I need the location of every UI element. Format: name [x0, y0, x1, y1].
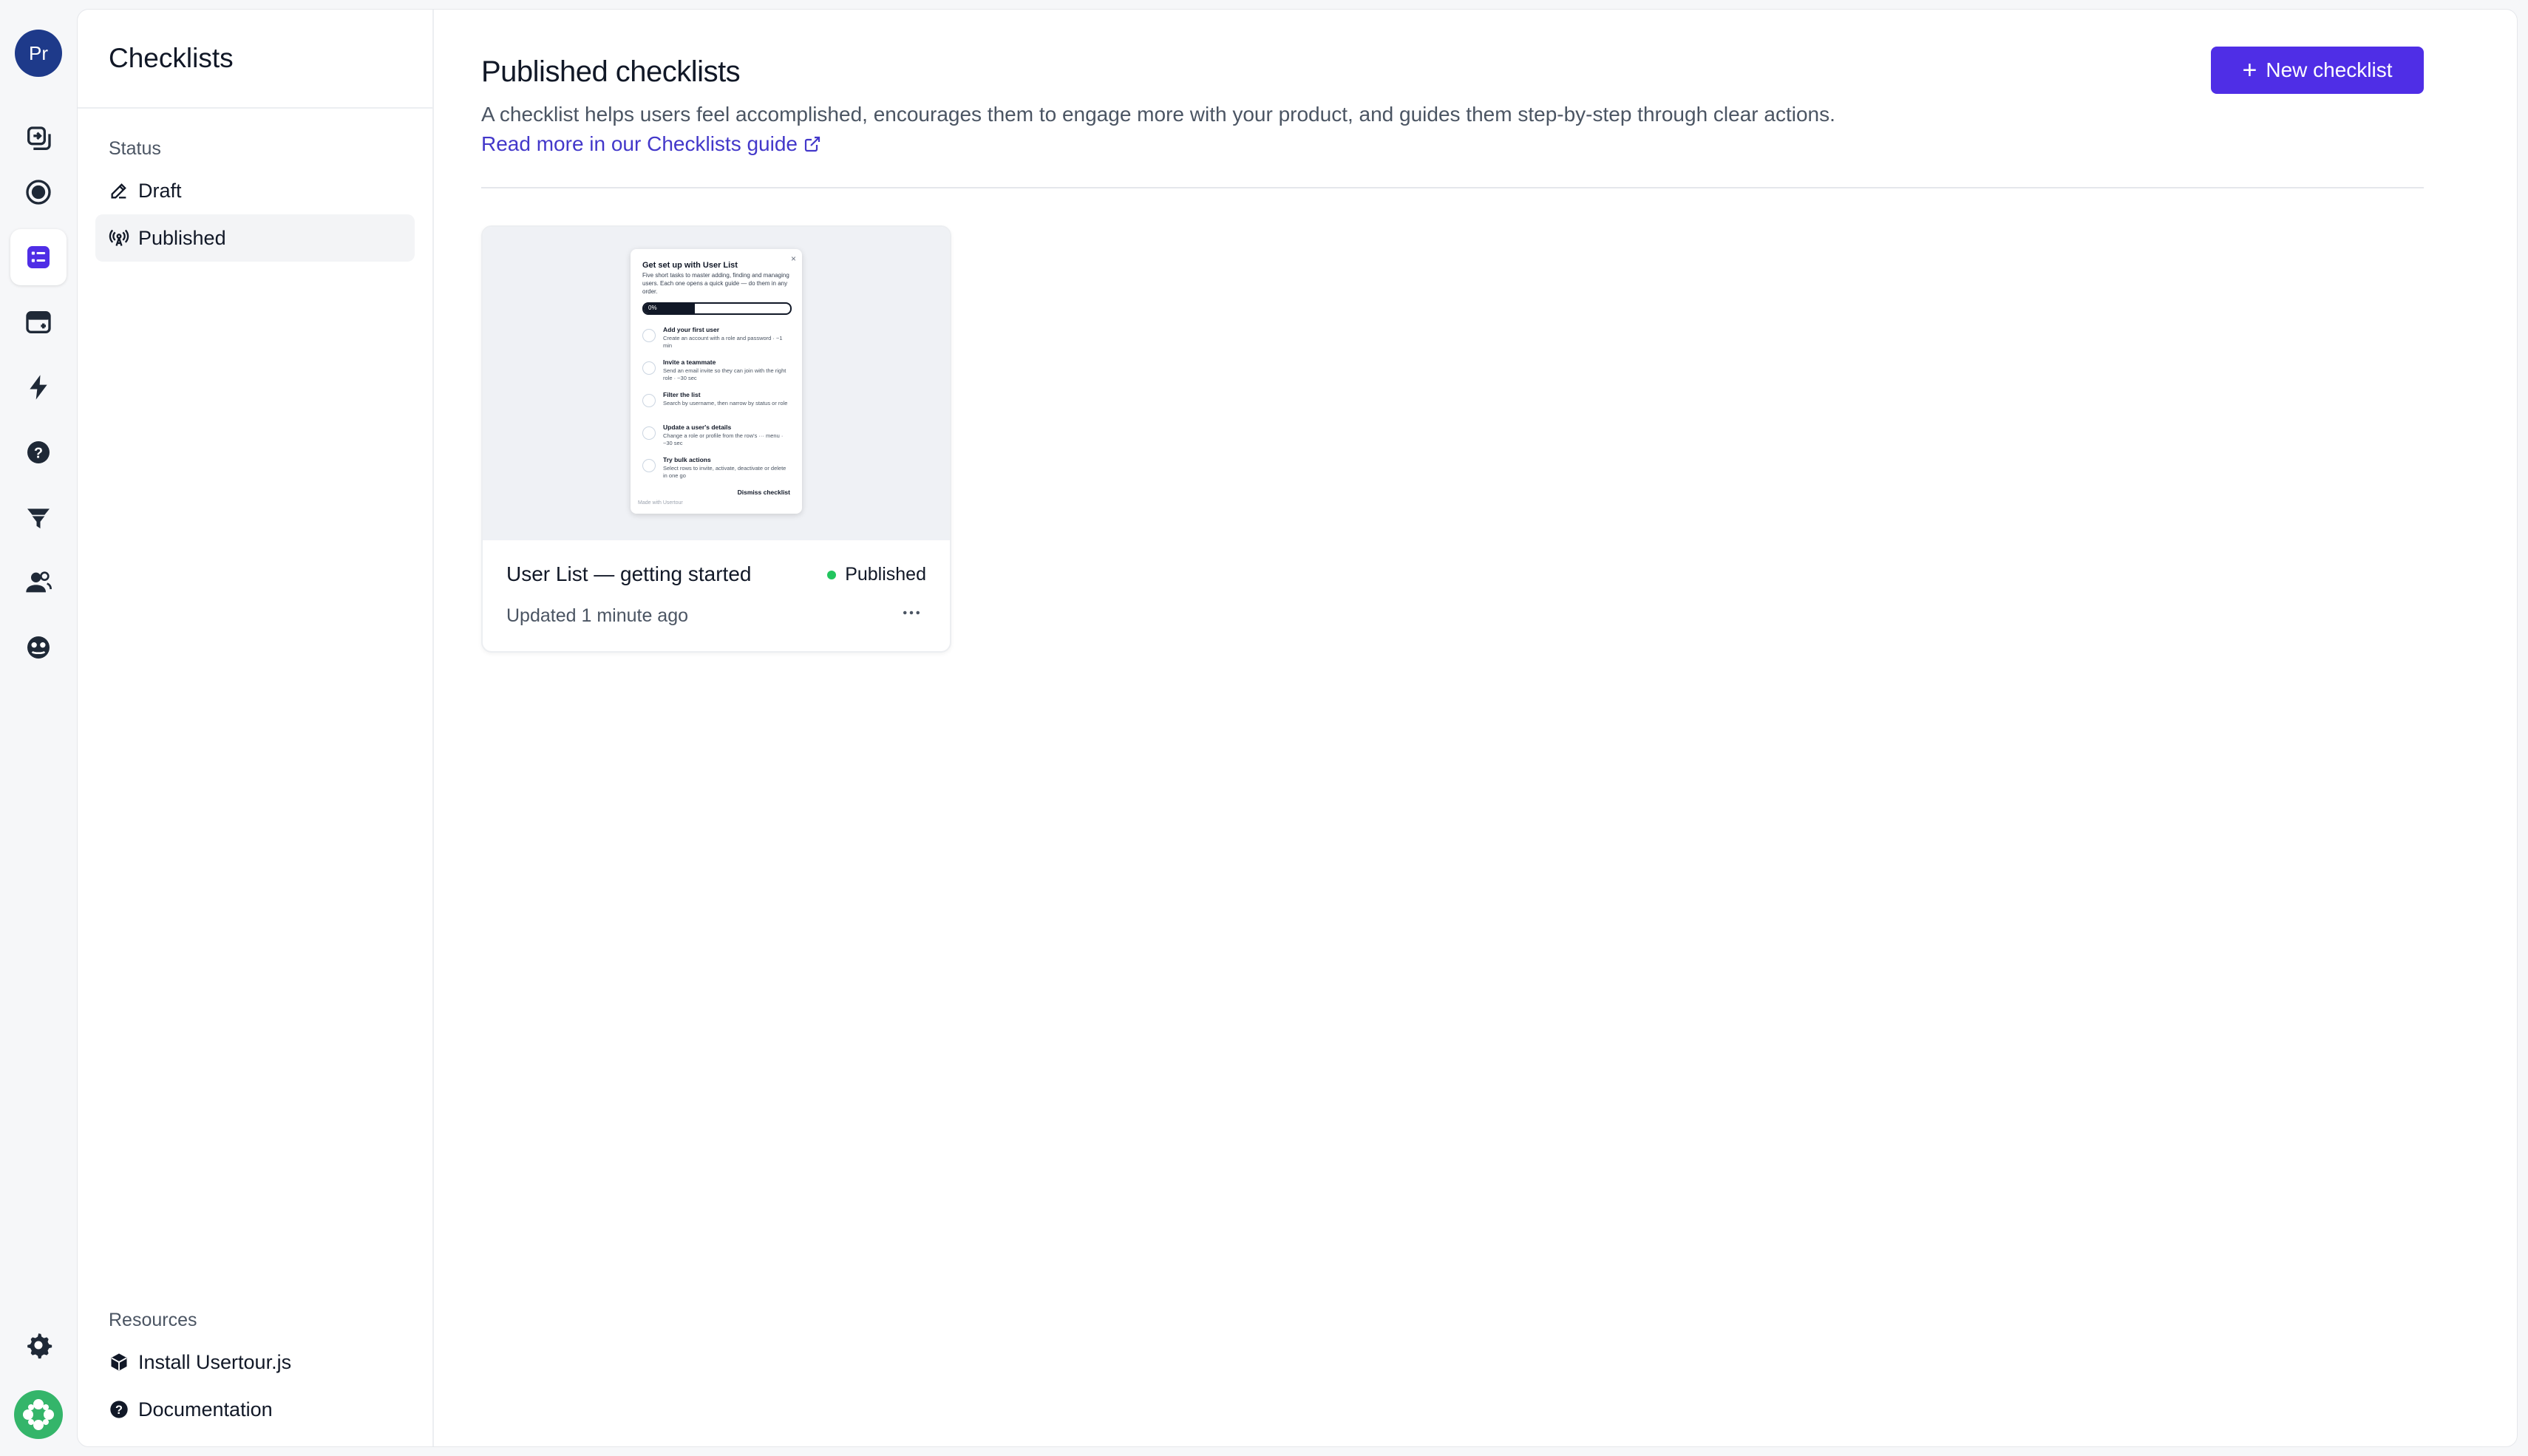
preview-close-icon: ×: [790, 254, 796, 264]
sidebar-item-draft[interactable]: Draft: [95, 167, 415, 214]
checklists-icon[interactable]: [10, 229, 67, 285]
updated-timestamp: Updated 1 minute ago: [506, 605, 689, 626]
task-title: Add your first user: [663, 326, 720, 333]
task-title: Filter the list: [663, 391, 701, 398]
gear-icon[interactable]: [10, 1317, 67, 1373]
resource-label: Install Usertour.js: [138, 1350, 292, 1373]
launchers-icon[interactable]: [10, 164, 67, 220]
published-dot-icon: [827, 570, 837, 579]
status-group-label: Status: [109, 138, 161, 159]
sidebar-item-label: Published: [138, 226, 226, 249]
checklist-card[interactable]: Get set up with User List × Five short t…: [481, 225, 951, 653]
task-circle-icon: [642, 426, 656, 440]
page-description: A checklist helps users feel accomplishe…: [481, 103, 1835, 126]
broadcast-icon: [109, 229, 129, 246]
project-avatar[interactable]: Pr: [15, 30, 62, 77]
segments-icon[interactable]: [10, 489, 67, 545]
users-icon[interactable]: [10, 554, 67, 610]
new-checklist-button[interactable]: + New checklist: [2211, 47, 2424, 94]
guide-link-label: Read more in our Checklists guide: [481, 132, 798, 155]
usertour-logo-icon[interactable]: [13, 1389, 64, 1440]
sidebar-item-published[interactable]: Published: [95, 214, 415, 262]
checklists-guide-link[interactable]: Read more in our Checklists guide: [481, 132, 821, 156]
events-icon[interactable]: [10, 359, 67, 415]
sidebar-item-label: Draft: [138, 179, 182, 202]
task-desc: Create an account with a role and passwo…: [663, 335, 783, 349]
install-usertour-link[interactable]: Install Usertour.js: [95, 1338, 415, 1386]
new-checklist-label: New checklist: [2266, 58, 2393, 81]
sidebar-title: Checklists: [78, 10, 432, 109]
external-link-icon: [804, 136, 820, 152]
preview-progress-bar: 0%: [642, 302, 792, 315]
checklists-sidebar: Checklists Status Draft Published Resour…: [78, 10, 434, 1446]
svg-text:?: ?: [34, 446, 43, 462]
preview-footer: Made with Usertour: [638, 500, 683, 506]
companies-icon[interactable]: [10, 619, 67, 676]
checklist-name: User List — getting started: [506, 562, 752, 585]
task-circle-icon: [642, 329, 656, 342]
pencil-icon: [111, 183, 126, 199]
flows-icon[interactable]: [10, 111, 67, 167]
task-desc: Search by username, then narrow by statu…: [663, 400, 788, 406]
svg-text:?: ?: [115, 1404, 123, 1417]
task-title: Invite a teammate: [663, 358, 716, 366]
preview-dismiss: Dismiss checklist: [737, 489, 790, 496]
task-desc: Select rows to invite, activate, deactiv…: [663, 465, 786, 479]
task-desc: Send an email invite so they can join wi…: [663, 367, 786, 381]
question-circle-icon: ?: [110, 1401, 128, 1418]
task-circle-icon: [642, 459, 656, 472]
resources-section: Resources Install Usertour.js ? Document…: [78, 1310, 432, 1433]
resource-label: Documentation: [138, 1398, 273, 1421]
task-title: Try bulk actions: [663, 456, 711, 463]
box-icon: [111, 1353, 127, 1371]
preview-widget: Get set up with User List × Five short t…: [631, 249, 802, 514]
header-divider: [481, 187, 2424, 188]
main-panel: Checklists Status Draft Published Resour…: [77, 9, 2518, 1447]
status-label: Published: [845, 564, 926, 585]
more-options-icon[interactable]: [895, 596, 928, 629]
task-circle-icon: [642, 361, 656, 375]
plus-icon: +: [2242, 56, 2257, 84]
task-desc: Change a role or profile from the row's …: [663, 432, 784, 446]
status-badge: Published: [827, 564, 926, 585]
preview-progress-label: 0%: [648, 305, 657, 311]
resources-group-label: Resources: [109, 1310, 197, 1330]
help-icon[interactable]: ?: [10, 424, 67, 480]
preview-subtitle: Five short tasks to master adding, findi…: [642, 272, 789, 295]
checklist-preview: Get set up with User List × Five short t…: [483, 227, 950, 540]
task-title: Update a user's details: [663, 423, 732, 431]
documentation-link[interactable]: ? Documentation: [95, 1386, 415, 1433]
icon-rail: Pr ?: [0, 0, 77, 1456]
page-title: Published checklists: [481, 55, 741, 88]
banners-icon[interactable]: [10, 294, 67, 350]
preview-title: Get set up with User List: [642, 261, 738, 270]
task-circle-icon: [642, 394, 656, 407]
